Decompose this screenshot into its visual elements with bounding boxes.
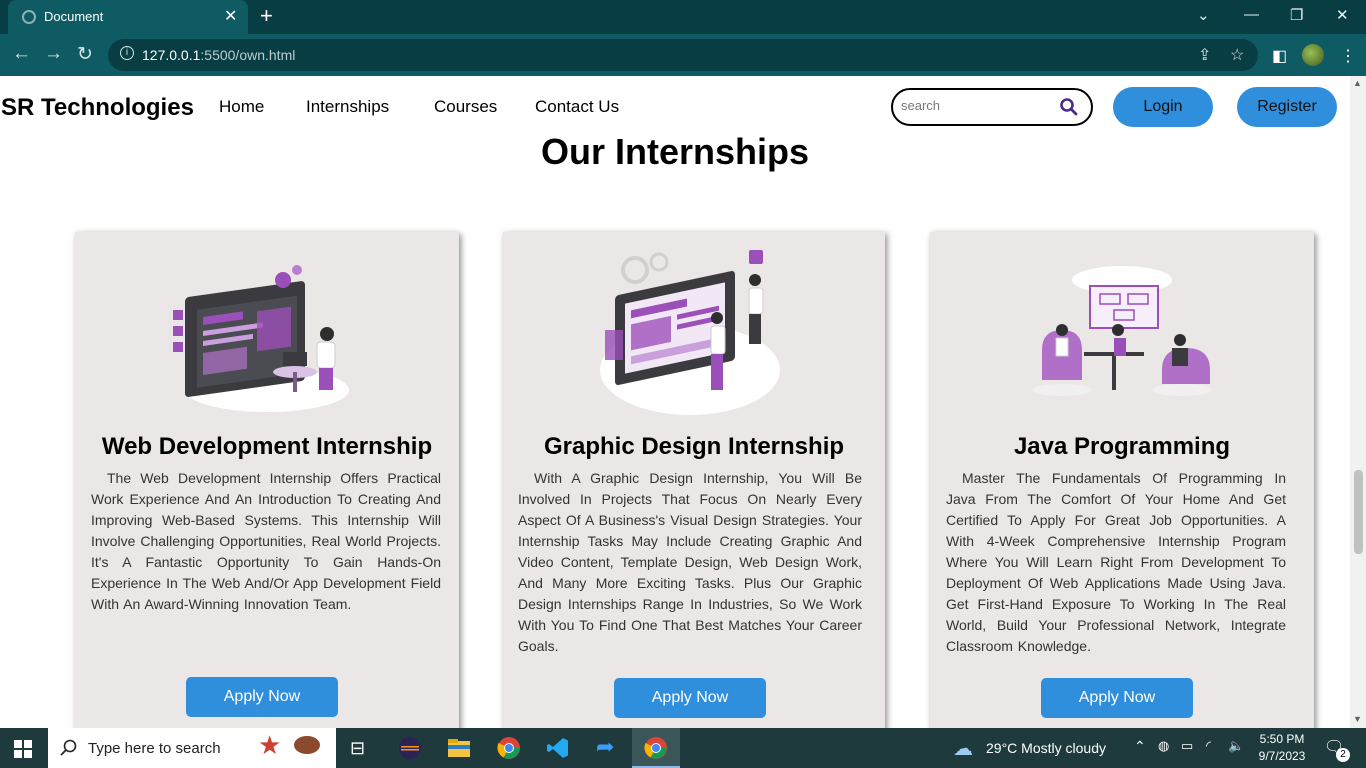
nav-internships[interactable]: Internships [306,97,389,117]
tab-title: Document [44,9,104,24]
eclipse-app-icon[interactable] [398,736,422,760]
task-view-icon[interactable]: ⊟ [350,738,365,759]
card-title: Graphic Design Internship [543,433,845,460]
taskbar-search-placeholder: Type here to search [88,740,221,757]
forward-arrow-icon[interactable]: → [44,43,63,65]
taskbar-search[interactable]: Type here to search ★ [48,728,336,768]
page-title: Our Internships [540,131,810,172]
search-input[interactable] [901,98,1051,113]
star-icon[interactable]: ☆ [1230,45,1244,65]
clock-date: 9/7/2023 [1258,749,1306,763]
restore-icon[interactable]: ❐ [1290,6,1303,24]
nav-home[interactable]: Home [219,97,264,117]
internship-card-graphic: Graphic Design Internship With A Graphic… [503,232,885,728]
reload-icon[interactable]: ↻ [77,43,93,66]
wifi-icon[interactable]: ◜ [1206,738,1211,754]
address-bar[interactable]: i 127.0.0.1:5500/own.html ⇪ ☆ [108,39,1258,71]
card-description: Master The Fundamentals Of Programming I… [946,470,1286,654]
scroll-down-icon[interactable]: ▼ [1353,714,1362,724]
chrome-icon [644,737,667,759]
active-chrome-task[interactable] [632,728,680,768]
apply-now-button[interactable]: Apply Now [1041,678,1193,718]
windows-start-icon[interactable] [14,740,32,758]
nav-courses[interactable]: Courses [434,97,497,117]
card-title: Web Development Internship [101,433,433,460]
battery-icon[interactable]: ▭ [1181,738,1193,754]
minimize-icon[interactable]: — [1244,6,1259,23]
graphic-design-illustration [600,250,780,415]
chrome-icon[interactable] [497,736,521,760]
new-tab-icon[interactable]: + [260,3,273,29]
search-icon[interactable] [1059,97,1079,117]
scroll-thumb[interactable] [1354,470,1363,554]
search-box [891,88,1093,126]
java-programming-illustration [1032,266,1212,396]
url-text[interactable]: 127.0.0.1:5500/own.html [142,47,295,63]
brand-logo[interactable]: SR Technologies [1,94,194,122]
browser-tab[interactable]: Document ✕ [8,0,248,34]
windows-taskbar: Type here to search ★ ⊟ ➦ ☁ 29°C Mostly … [0,728,1366,768]
weather-cloud-icon[interactable]: ☁ [953,736,973,761]
sidebar-icon[interactable]: ◧ [1272,46,1287,66]
volume-muted-icon[interactable]: 🔈 [1228,738,1244,754]
apply-now-button[interactable]: Apply Now [186,677,338,717]
card-description: The Web Development Internship Offers Pr… [91,470,441,612]
more-menu-icon[interactable]: ⋮ [1340,46,1356,66]
clock-time: 5:50 PM [1259,732,1305,746]
profile-avatar[interactable] [1302,44,1324,66]
scroll-up-icon[interactable]: ▲ [1353,78,1362,88]
page-viewport: SR Technologies Home Internships Courses… [0,76,1350,728]
app-arrow-icon[interactable]: ➦ [596,734,614,760]
system-clock[interactable]: 5:50 PM 9/7/2023 [1252,731,1312,765]
globe-icon [22,10,36,24]
file-explorer-icon[interactable] [447,736,471,760]
info-icon[interactable]: i [120,46,134,60]
register-button[interactable]: Register [1237,87,1337,127]
back-arrow-icon[interactable]: ← [12,43,31,65]
search-icon [60,739,77,756]
internship-card-web: Web Development Internship The Web Devel… [75,232,459,728]
card-title: Java Programming [1013,433,1231,460]
web-development-illustration [173,265,349,412]
chevron-up-icon[interactable]: ⌃ [1134,738,1146,755]
browser-toolbar: ← → ↻ i 127.0.0.1:5500/own.html ⇪ ☆ ◧ ⋮ [0,34,1366,76]
page-scrollbar[interactable]: ▲ ▼ [1350,76,1366,728]
vscode-icon[interactable] [546,736,570,760]
share-icon[interactable]: ⇪ [1198,45,1211,65]
nav-contact-us[interactable]: Contact Us [535,97,619,117]
chevron-down-icon[interactable]: ⌄ [1197,6,1210,24]
card-description: With A Graphic Design Internship, You Wi… [518,470,862,654]
close-window-icon[interactable]: ✕ [1336,6,1349,24]
search-highlight-icon: ★ [258,730,282,760]
football-icon [294,736,320,754]
meet-now-icon[interactable]: ◍ [1158,738,1169,754]
weather-text[interactable]: 29°C Mostly cloudy [986,740,1106,756]
browser-tab-bar: Document ✕ + ⌄ — ❐ ✕ [0,0,1366,34]
apply-now-button[interactable]: Apply Now [614,678,766,718]
internship-card-java: Java Programming Master The Fundamentals… [930,232,1314,728]
close-tab-icon[interactable]: ✕ [224,6,237,26]
login-button[interactable]: Login [1113,87,1213,127]
notification-badge: 2 [1336,748,1350,762]
